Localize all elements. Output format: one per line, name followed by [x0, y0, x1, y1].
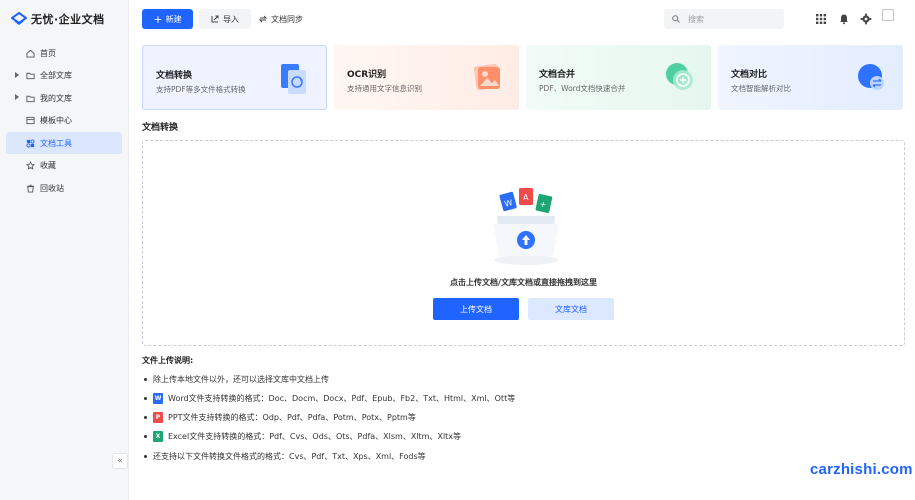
search-box[interactable] — [664, 9, 784, 29]
bullet-icon — [144, 455, 147, 458]
apps-grid-icon[interactable] — [815, 13, 827, 25]
sync-button-label: 文档同步 — [271, 14, 303, 24]
gear-icon[interactable] — [860, 13, 872, 25]
import-button[interactable]: 导入 — [199, 9, 251, 29]
section-title: 文档转换 — [142, 123, 179, 133]
search-input[interactable] — [688, 14, 778, 24]
sidebar-item-label: 文档工具 — [40, 138, 72, 148]
avatar[interactable] — [882, 9, 894, 21]
note-text: PPT文件支持转换的格式：Odp、Pdf、Pdfa、Potm、Potx、Pptm… — [168, 413, 416, 422]
card-doc-convert[interactable]: 文档转换 支持PDF等多文件格式转换 — [142, 45, 327, 110]
brand-name: 无忧·企业文档 — [31, 13, 105, 26]
note-text: 除上传本地文件以外，还可以选择文库中文档上传 — [153, 375, 329, 384]
brand[interactable]: 无忧·企业文档 — [11, 11, 105, 27]
card-doc-compare[interactable]: 文档对比 文档智能解析对比 — [718, 45, 903, 110]
sidebar-item-label: 回收站 — [40, 184, 64, 194]
ocr-icon — [473, 63, 501, 91]
note-text: Word文件支持转换的格式：Doc、Docm、Docx、Pdf、Epub、Fb2… — [168, 394, 516, 403]
upload-document-button[interactable]: 上传文档 — [433, 298, 519, 320]
topbar: + 新建 导入 文档同步 — [129, 0, 915, 38]
card-doc-merge[interactable]: 文档合并 PDF、Word文档快速合并 — [526, 45, 711, 110]
bullet-icon — [144, 397, 147, 400]
import-button-label: 导入 — [223, 14, 239, 24]
bullet-icon — [144, 416, 147, 419]
library-document-button[interactable]: 文库文档 — [528, 298, 614, 320]
sidebar-item-label: 收藏 — [40, 161, 56, 171]
svg-text:A: A — [523, 193, 529, 202]
caret-right-icon[interactable] — [15, 94, 19, 101]
sidebar: 无忧·企业文档 首页 全部文库 我的文库 模板中心 文档工具 收藏 回收站 « — [0, 0, 129, 500]
merge-icon — [666, 63, 693, 90]
bullet-icon — [144, 435, 147, 438]
dropzone-hint: 点击上传文档/文库文档或直接拖拽到这里 — [450, 278, 597, 287]
sidebar-item-label: 模板中心 — [40, 116, 72, 126]
sidebar-item-recycle-bin[interactable]: 回收站 — [6, 178, 122, 200]
sidebar-item-favorites[interactable]: 收藏 — [6, 155, 122, 177]
folder-icon — [26, 95, 35, 102]
excel-icon: X — [153, 431, 163, 442]
note-item: W Word文件支持转换的格式：Doc、Docm、Docx、Pdf、Epub、F… — [142, 393, 515, 404]
sidebar-collapse-button[interactable]: « — [112, 453, 128, 469]
folder-icon — [26, 72, 35, 80]
new-button[interactable]: + 新建 — [142, 9, 193, 29]
brand-logo-icon — [11, 12, 27, 25]
star-icon — [26, 161, 35, 171]
home-icon — [26, 49, 35, 58]
import-icon — [211, 15, 219, 23]
upload-dropzone[interactable]: W A + 点击上传文档/文库文档或直接拖拽到这里 上传文档 文库文档 — [142, 140, 905, 346]
sidebar-nav: 首页 全部文库 我的文库 模板中心 文档工具 收藏 回收站 — [6, 42, 122, 200]
sidebar-item-my-library[interactable]: 我的文库 — [6, 87, 122, 109]
sync-icon — [259, 15, 267, 23]
watermark-text: carzhishi.com — [810, 461, 913, 478]
sidebar-item-home[interactable]: 首页 — [6, 42, 122, 64]
caret-right-icon[interactable] — [15, 71, 19, 78]
sidebar-item-label: 我的文库 — [40, 93, 72, 103]
notes-title: 文件上传说明: — [142, 356, 194, 365]
bell-icon[interactable] — [838, 13, 850, 25]
ppt-icon: P — [153, 412, 163, 423]
compare-icon — [858, 64, 884, 90]
search-icon — [672, 15, 680, 23]
sidebar-item-template-center[interactable]: 模板中心 — [6, 110, 122, 132]
upload-illustration-icon: W A + — [493, 188, 559, 265]
note-item: X Excel文件支持转换的格式：Pdf、Cvs、Ods、Ots、Pdfa、Xl… — [142, 431, 461, 442]
card-ocr[interactable]: OCR识别 支持通用文字信息识别 — [334, 45, 519, 110]
trash-icon — [27, 184, 34, 193]
note-item: P PPT文件支持转换的格式：Odp、Pdf、Pdfa、Potm、Potx、Pp… — [142, 412, 416, 423]
note-text: 还支持以下文件转换文件格式的格式：Cvs、Pdf、Txt、Xps、Xml、Fod… — [153, 452, 426, 461]
sidebar-item-label: 全部文库 — [40, 71, 72, 81]
note-item: 除上传本地文件以外，还可以选择文库中文档上传 — [142, 374, 329, 385]
sidebar-item-all-library[interactable]: 全部文库 — [6, 65, 122, 87]
note-text: Excel文件支持转换的格式：Pdf、Cvs、Ods、Ots、Pdfa、Xlsm… — [168, 432, 462, 441]
sidebar-item-label: 首页 — [40, 48, 56, 58]
new-button-label: 新建 — [165, 14, 182, 24]
plus-icon: + — [153, 12, 163, 26]
sync-button[interactable]: 文档同步 — [259, 9, 309, 29]
convert-icon — [281, 64, 306, 94]
word-icon: W — [153, 393, 163, 404]
note-item: 还支持以下文件转换文件格式的格式：Cvs、Pdf、Txt、Xps、Xml、Fod… — [142, 451, 426, 462]
bullet-icon — [144, 378, 147, 381]
tools-icon — [26, 139, 35, 148]
template-icon — [26, 117, 35, 125]
sidebar-item-doc-tools[interactable]: 文档工具 — [6, 132, 122, 155]
